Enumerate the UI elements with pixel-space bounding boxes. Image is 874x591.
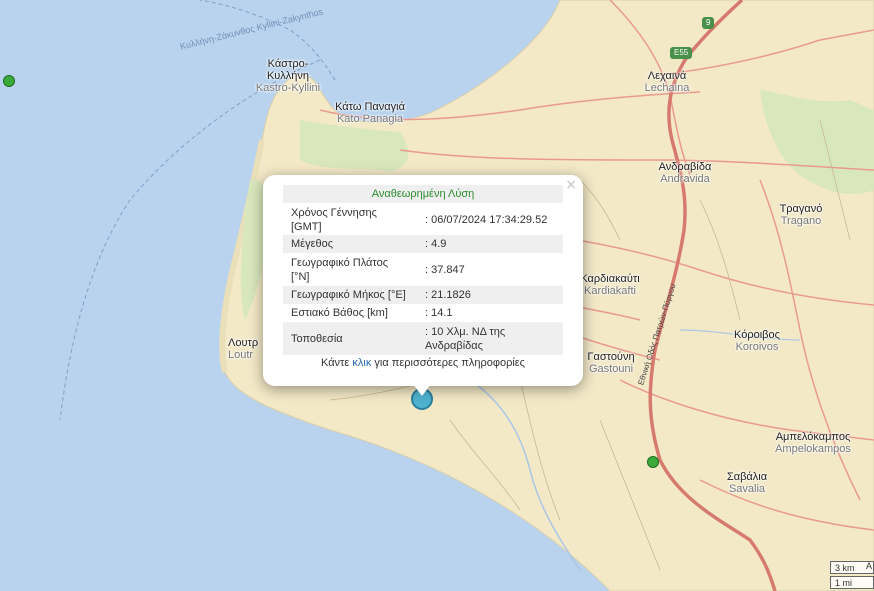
table-row: Γεωγραφικό Πλάτος [°N] : 37.847	[283, 253, 563, 286]
place-name-latin: Loutr	[228, 349, 254, 361]
place-name-latin: Savalia	[728, 483, 766, 495]
place-label-tragano: Τραγανό Tragano	[772, 203, 830, 227]
table-row: Εστιακό Βάθος [km] : 14.1	[283, 304, 563, 322]
place-name-greek: Κάτω Παναγιά	[335, 101, 405, 113]
detail-value: : 21.1826	[417, 286, 563, 304]
more-info-link[interactable]: κλικ	[352, 357, 371, 369]
place-name-latin: Kastro-Kyllini	[255, 82, 321, 94]
popup-tip	[413, 384, 431, 396]
detail-value: : 06/07/2024 17:34:29.52	[425, 213, 548, 226]
earthquake-popup: × Αναθεωρημένη Λύση Χρόνος Γέννησης [GMT…	[263, 175, 583, 386]
place-name-greek: Κόροιβος	[734, 329, 780, 341]
detail-value: : 14.1	[425, 307, 453, 319]
place-name-latin: Gastouni	[588, 363, 634, 375]
detail-key: Τοποθεσία	[283, 322, 417, 355]
place-name-greek: Κάστρο- Κυλλήνη	[266, 58, 310, 82]
detail-value: : 10 Χλμ. ΝΔ της Ανδραβίδας	[417, 322, 563, 355]
place-name-greek: Τραγανό	[779, 203, 823, 215]
table-row: Μέγεθος : 4.9	[283, 235, 563, 253]
place-label-kato-panagia: Κάτω Παναγιά Kato Panagia	[330, 101, 410, 125]
popup-title: Αναθεωρημένη Λύση	[283, 185, 563, 203]
place-name-latin: Andravida	[660, 173, 710, 185]
place-name-greek: Αμπελόκαμπος	[775, 431, 851, 443]
footer-text-pre: Κάντε	[321, 357, 353, 369]
detail-key: Χρόνος Γέννησης [GMT]	[291, 206, 377, 233]
place-label-loutra: Λουτρ Loutr	[228, 337, 264, 361]
earthquake-details-table: Χρόνος Γέννησης [GMT] : 06/07/2024 17:34…	[283, 204, 563, 355]
detail-key: Γεωγραφικό Πλάτος [°N]	[291, 256, 389, 283]
place-name-greek: Σαβάλια	[726, 471, 768, 483]
table-row: Γεωγραφικό Μήκος [°E] : 21.1826	[283, 286, 563, 304]
scale-bar-mi: 1 mi	[830, 576, 874, 589]
earthquake-marker-small[interactable]	[3, 75, 15, 87]
detail-value: : 4.9	[417, 235, 563, 253]
attribution[interactable]: A	[866, 561, 872, 571]
place-name-latin: Kato Panagia	[336, 113, 404, 125]
earthquake-marker-small[interactable]	[647, 456, 659, 468]
place-name-latin: Lechaina	[644, 82, 690, 94]
road-shield-9: 9	[702, 17, 715, 29]
place-name-greek: Γαστούνη	[587, 351, 635, 363]
place-name-latin: Kardiakafti	[584, 285, 636, 297]
table-row: Χρόνος Γέννησης [GMT] : 06/07/2024 17:34…	[283, 204, 563, 235]
place-label-savalia: Σαβάλια Savalia	[724, 471, 770, 495]
place-name-latin: Tragano	[780, 215, 822, 227]
place-name-greek: Καρδιακαύτι	[580, 273, 640, 285]
place-label-ampelokampos: Αμπελόκαμπος Ampelokampos	[770, 431, 856, 455]
place-label-lechaina: Λεχαινά Lechaina	[638, 70, 696, 94]
place-label-gastouni: Γαστούνη Gastouni	[582, 351, 640, 375]
road-shield-e55: E55	[670, 47, 693, 59]
detail-value: : 37.847	[425, 263, 465, 276]
detail-key: Εστιακό Βάθος [km]	[291, 307, 388, 319]
place-name-greek: Λεχαινά	[647, 70, 687, 82]
place-label-andravida: Ανδραβίδα Andravida	[652, 161, 718, 185]
detail-key: Γεωγραφικό Μήκος [°E]	[283, 286, 417, 304]
place-label-kastro-kyllini: Κάστρο- Κυλλήνη Kastro-Kyllini	[252, 58, 324, 94]
place-name-greek: Ανδραβίδα	[658, 161, 712, 173]
place-name-latin: Ampelokampos	[775, 443, 851, 455]
place-name-greek: Λουτρ	[228, 337, 259, 349]
footer-text-post: για περισσότερες πληροφορίες	[371, 357, 525, 369]
popup-footer: Κάντε κλικ για περισσότερες πληροφορίες	[263, 357, 583, 369]
table-row: Τοποθεσία : 10 Χλμ. ΝΔ της Ανδραβίδας	[283, 322, 563, 355]
close-icon[interactable]: ×	[565, 177, 577, 193]
place-name-latin: Koroivos	[735, 341, 779, 353]
place-label-koroivos: Κόροιβος Koroivos	[726, 329, 788, 353]
place-label-kardiakafti: Καρδιακαύτι Kardiakafti	[576, 273, 644, 297]
detail-key: Μέγεθος	[283, 235, 417, 253]
